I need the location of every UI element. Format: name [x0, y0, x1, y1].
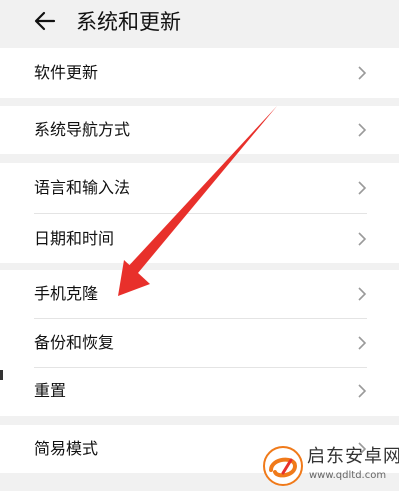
menu-item-software-update[interactable]: 软件更新: [0, 48, 399, 98]
edge-marker: [0, 370, 3, 380]
chevron-right-icon: [358, 123, 367, 137]
chevron-right-icon: [358, 66, 367, 80]
chevron-right-icon: [358, 384, 367, 398]
menu-item-label: 手机克隆: [34, 284, 99, 303]
settings-group-1: 软件更新: [0, 48, 399, 98]
menu-item-reset[interactable]: 重置: [0, 368, 399, 416]
menu-item-date-time[interactable]: 日期和时间: [0, 214, 399, 263]
watermark: 启东安卓网 www.qdltd.com: [263, 443, 399, 491]
back-arrow-icon[interactable]: [34, 10, 56, 32]
chevron-right-icon: [358, 336, 367, 350]
menu-item-phone-clone[interactable]: 手机克隆: [0, 270, 399, 318]
settings-group-4: 手机克隆 备份和恢复 重置: [0, 270, 399, 416]
menu-item-backup-restore[interactable]: 备份和恢复: [0, 319, 399, 367]
header-bar: 系统和更新: [0, 0, 399, 44]
menu-item-label: 日期和时间: [34, 229, 115, 248]
menu-item-label: 简易模式: [34, 439, 99, 458]
menu-item-label: 备份和恢复: [34, 333, 115, 352]
settings-group-3: 语言和输入法 日期和时间: [0, 163, 399, 263]
settings-group-2: 系统导航方式: [0, 106, 399, 154]
watermark-url: www.qdltd.com: [309, 470, 387, 481]
chevron-right-icon: [358, 181, 367, 195]
chevron-right-icon: [358, 287, 367, 301]
menu-item-language-input[interactable]: 语言和输入法: [0, 163, 399, 213]
menu-item-label: 重置: [34, 381, 67, 400]
menu-item-label: 语言和输入法: [34, 178, 131, 197]
menu-item-label: 系统导航方式: [34, 120, 131, 139]
watermark-logo-icon: [263, 446, 303, 486]
page-title: 系统和更新: [76, 10, 181, 34]
menu-item-label: 软件更新: [34, 63, 99, 82]
chevron-right-icon: [358, 232, 367, 246]
watermark-brand: 启东安卓网: [307, 446, 399, 467]
menu-item-navigation-mode[interactable]: 系统导航方式: [0, 106, 399, 154]
